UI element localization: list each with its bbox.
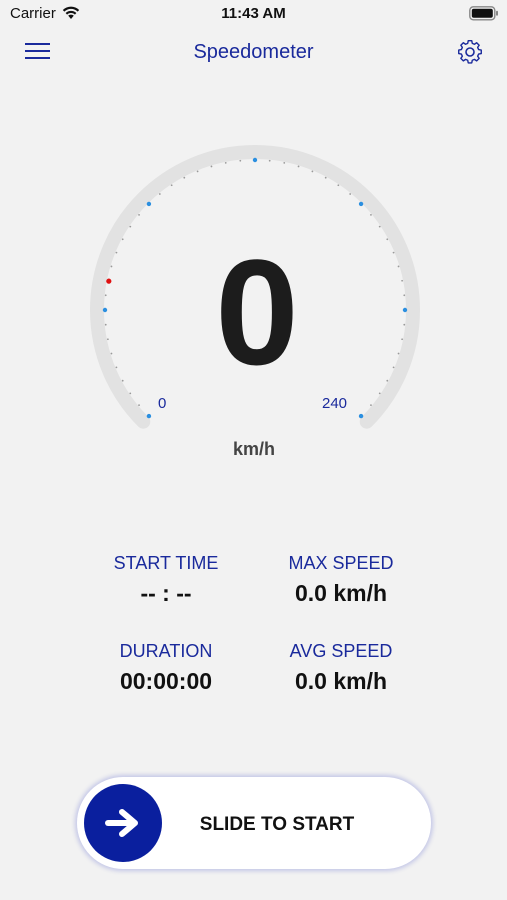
duration-label: DURATION — [119, 641, 213, 661]
major-tick — [146, 413, 152, 419]
major-tick — [358, 201, 364, 207]
avg-speed-value: 0.0 km/h — [294, 668, 388, 694]
minor-tick — [378, 225, 381, 228]
max-speed-value: 0.0 km/h — [294, 580, 388, 606]
minor-tick — [324, 176, 327, 179]
speed-gauge: 0 0 240 km/h — [87, 142, 423, 478]
major-tick — [252, 157, 258, 163]
avg-speed-label: AVG SPEED — [289, 641, 393, 661]
minor-tick — [297, 165, 300, 168]
speed-unit: km/h — [232, 439, 275, 459]
minor-tick — [283, 161, 286, 164]
minor-tick — [129, 225, 132, 228]
minor-tick — [311, 170, 314, 173]
minor-tick — [183, 176, 186, 179]
start-time-stat: START TIME -- : -- — [66, 553, 266, 607]
minor-tick — [138, 213, 140, 216]
minor-tick — [170, 184, 173, 187]
slide-to-start[interactable]: SLIDE TO START — [77, 777, 431, 869]
nav-bar: Speedometer — [0, 30, 507, 76]
minor-tick — [349, 193, 352, 195]
major-tick — [146, 201, 152, 207]
minor-tick — [210, 165, 213, 168]
avg-speed-stat: AVG SPEED 0.0 km/h — [241, 641, 441, 695]
minor-tick — [239, 159, 242, 162]
slider-label: SLIDE TO START — [199, 814, 355, 835]
current-speed: 0 — [215, 228, 298, 396]
duration-stat: DURATION 00:00:00 — [66, 641, 266, 695]
arrow-right-icon — [104, 807, 142, 844]
minor-tick — [138, 404, 140, 407]
gear-icon[interactable] — [457, 39, 483, 70]
minor-tick — [337, 184, 340, 187]
minor-tick — [378, 392, 381, 395]
scale-min-label: 0 — [158, 395, 167, 412]
minor-tick — [268, 159, 271, 162]
minor-tick — [370, 213, 372, 216]
minor-tick — [370, 404, 372, 407]
minor-tick — [196, 170, 199, 173]
minor-tick — [158, 193, 161, 195]
minor-tick — [224, 161, 227, 164]
page-title: Speedometer — [193, 41, 314, 63]
max-speed-label: MAX SPEED — [288, 553, 394, 573]
scale-max-label: 240 — [322, 395, 348, 412]
max-speed-stat: MAX SPEED 0.0 km/h — [241, 553, 441, 607]
status-bar: Carrier 11:43 AM — [0, 0, 507, 30]
major-tick — [358, 413, 364, 419]
start-time-label: START TIME — [113, 553, 219, 573]
status-time: 11:43 AM — [221, 5, 286, 22]
slider-knob[interactable] — [84, 784, 162, 862]
duration-value: 00:00:00 — [119, 668, 213, 694]
battery-icon — [469, 6, 499, 26]
minor-tick — [129, 392, 132, 395]
start-time-value: -- : -- — [140, 580, 192, 606]
